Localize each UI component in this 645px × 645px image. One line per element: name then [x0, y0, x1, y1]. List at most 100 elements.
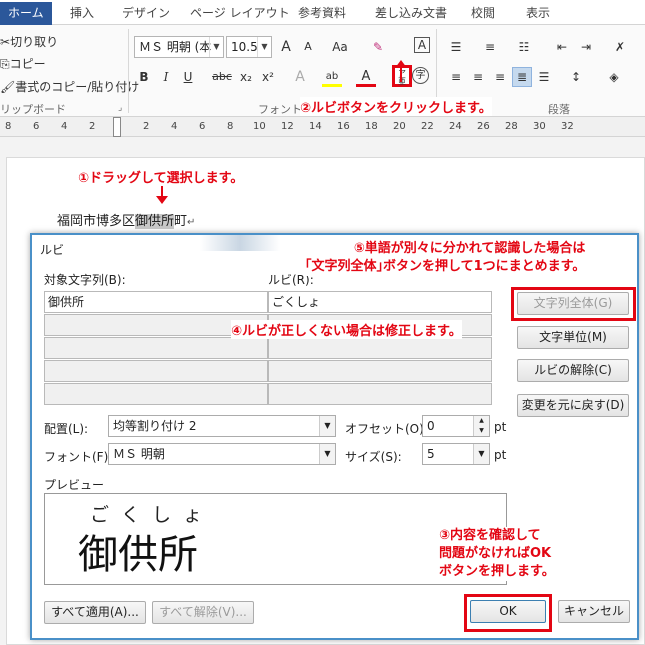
remove-ruby-button[interactable]: ルビの解除(C): [517, 359, 629, 382]
strikethrough-button[interactable]: abc: [210, 67, 234, 87]
ruler-number: 16: [337, 121, 350, 132]
font-color-button[interactable]: A: [356, 67, 376, 87]
subscript-button[interactable]: x₂: [236, 67, 256, 87]
tab-mailings[interactable]: 差し込み文書: [375, 4, 447, 25]
align-center-icon[interactable]: ≡: [468, 67, 488, 87]
ruler-number: 2: [89, 121, 96, 132]
target-string-cell-empty[interactable]: [44, 360, 268, 382]
font-size-combo[interactable]: 10.5 ▼: [226, 36, 272, 58]
highlight-button[interactable]: ab: [322, 67, 342, 87]
offset-unit: pt: [494, 420, 507, 434]
target-string-cell-empty[interactable]: [44, 337, 268, 359]
chevron-down-icon[interactable]: ▼: [209, 37, 223, 57]
tab-view[interactable]: 表示: [526, 4, 550, 25]
whole-string-button[interactable]: 文字列全体(G): [517, 292, 629, 315]
target-string-cell[interactable]: 御供所: [44, 291, 268, 313]
chevron-down-icon[interactable]: ▼: [473, 444, 489, 464]
target-string-label: 対象文字列(B):: [44, 273, 126, 287]
tab-references[interactable]: 参考資料: [298, 4, 346, 25]
font-name-combo[interactable]: ＭＳ 明朝 (本 ▼: [134, 36, 224, 58]
ruby-input-cell-empty[interactable]: [268, 360, 492, 382]
ruler-number: 8: [227, 121, 234, 132]
bold-button[interactable]: B: [134, 67, 154, 87]
cut-button[interactable]: ✂切り取り: [0, 33, 58, 50]
revert-changes-button[interactable]: 変更を元に戻す(D): [517, 394, 629, 417]
underline-button[interactable]: U: [178, 67, 198, 87]
bullets-icon[interactable]: ☰: [446, 37, 466, 57]
asian-layout-icon[interactable]: ✗: [610, 37, 630, 57]
tab-page-layout[interactable]: ページ レイアウト: [190, 4, 290, 25]
dialog-title: ルビ: [40, 243, 65, 257]
scissors-icon: ✂: [0, 35, 11, 49]
enclose-characters-button[interactable]: 字: [412, 67, 429, 84]
target-string-cell-empty[interactable]: [44, 383, 268, 405]
clear-formatting-icon[interactable]: ✎: [368, 37, 388, 57]
alignment-label: 配置(L):: [44, 422, 89, 436]
size-unit: pt: [494, 448, 507, 462]
tab-review[interactable]: 校閲: [471, 4, 495, 25]
ruby-input-cell-empty[interactable]: [268, 337, 492, 359]
change-case-button[interactable]: Aa: [326, 37, 354, 57]
distributed-icon[interactable]: ☰: [534, 67, 554, 87]
ruler-number: 18: [365, 121, 378, 132]
per-character-button[interactable]: 文字単位(M): [517, 326, 629, 349]
tab-home[interactable]: ホーム: [0, 2, 52, 25]
spinner-icon[interactable]: ▲ ▼: [473, 416, 489, 436]
align-left-icon[interactable]: ≡: [446, 67, 466, 87]
ruler-number: 12: [281, 121, 294, 132]
chevron-down-icon[interactable]: ▼: [319, 444, 335, 464]
annotation-step-4: ④ルビが正しくない場合は修正します。: [231, 320, 462, 339]
line-spacing-icon[interactable]: ↕: [566, 67, 586, 87]
superscript-button[interactable]: x²: [258, 67, 278, 87]
font-select[interactable]: ＭＳ 明朝 ▼: [108, 443, 336, 465]
decrease-indent-icon[interactable]: ⇤: [552, 37, 572, 57]
arrow-head-icon: [156, 196, 168, 204]
format-painter-button[interactable]: 🖌書式のコピー/貼り付け: [0, 78, 139, 95]
paintbrush-icon: 🖌: [0, 80, 16, 94]
text-effects-button[interactable]: A: [290, 67, 310, 87]
document-text-line[interactable]: 福岡市博多区御供所町↵: [57, 210, 195, 229]
shrink-font-button[interactable]: A: [298, 37, 318, 57]
tab-design[interactable]: デザイン: [122, 4, 170, 25]
size-label: サイズ(S):: [345, 450, 402, 464]
multilevel-list-icon[interactable]: ☷: [514, 37, 534, 57]
ok-button[interactable]: OK: [470, 600, 546, 623]
apply-all-button[interactable]: すべて適用(A)...: [44, 601, 146, 624]
ruby-input-cell[interactable]: ごくしょ: [268, 291, 492, 313]
ruler-number: 6: [199, 121, 206, 132]
group-separator: [128, 29, 129, 113]
alignment-select[interactable]: 均等割り付け 2 ▼: [108, 415, 336, 437]
size-select[interactable]: 5 ▼: [422, 443, 490, 465]
offset-stepper[interactable]: 0 ▲ ▼: [422, 415, 490, 437]
italic-button[interactable]: I: [156, 67, 176, 87]
justify-icon[interactable]: ≣: [512, 67, 532, 87]
annotation-step-5: ⑤単語が別々に分かれて認識した場合は ｢文字列全体｣ボタンを押して1つにまとめま…: [305, 240, 586, 276]
indent-marker[interactable]: [113, 117, 121, 137]
font-label: フォント(F):: [44, 450, 113, 464]
chevron-down-icon[interactable]: ▼: [257, 37, 271, 57]
cancel-button[interactable]: キャンセル: [558, 600, 630, 623]
preview-base-text: 御供所: [78, 532, 198, 578]
ruby-input-cell-empty[interactable]: [268, 383, 492, 405]
numbering-icon[interactable]: ≡: [480, 37, 500, 57]
offset-label: オフセット(O):: [345, 422, 428, 436]
increase-indent-icon[interactable]: ⇥: [576, 37, 596, 57]
preview-label: プレビュー: [44, 478, 105, 492]
chevron-down-icon[interactable]: ▼: [319, 416, 335, 436]
dialog-launcher-icon[interactable]: ⌟: [118, 103, 122, 113]
arrow-head-icon: [395, 60, 407, 68]
copy-icon: ⎘: [0, 57, 10, 71]
shading-icon[interactable]: ◈: [604, 67, 624, 87]
ruler-number: 4: [61, 121, 68, 132]
ruler-number: 30: [533, 121, 546, 132]
grow-font-button[interactable]: A: [276, 37, 296, 57]
copy-button[interactable]: ⎘コピー: [0, 55, 46, 72]
ruler-number: 22: [421, 121, 434, 132]
align-right-icon[interactable]: ≡: [490, 67, 510, 87]
character-border-button[interactable]: A: [414, 37, 430, 53]
ruler-number: 14: [309, 121, 322, 132]
ruler-number: 32: [561, 121, 574, 132]
ruby-button[interactable]: ア亜: [392, 65, 412, 87]
tab-insert[interactable]: 挿入: [70, 4, 94, 25]
clear-all-button[interactable]: すべて解除(V)...: [152, 601, 254, 624]
